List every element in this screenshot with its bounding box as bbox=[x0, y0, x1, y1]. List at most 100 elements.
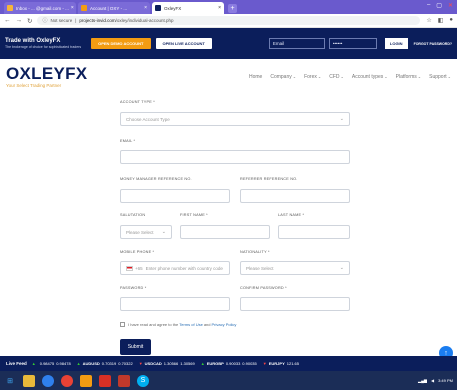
main-nav: Home Company⌄ Forex⌄ CFD⌄ Account types⌄… bbox=[249, 74, 451, 80]
app-icon[interactable] bbox=[80, 374, 92, 387]
skype-icon[interactable]: S bbox=[137, 374, 149, 387]
chevron-down-icon: ⌄ bbox=[161, 229, 166, 235]
start-icon[interactable]: ⊞ bbox=[4, 375, 16, 387]
money-manager-label: MONEY MANAGER REFERENCE NO. bbox=[120, 177, 192, 181]
browser-tab-account[interactable]: Account | OXY - ... × bbox=[78, 2, 150, 14]
price-down-icon: ▼ bbox=[138, 361, 143, 366]
volume-icon[interactable]: ◀ bbox=[431, 378, 434, 383]
mobile-phone-label: MOBILE PHONE * bbox=[120, 250, 155, 254]
address-bar: ← → ↻ ⓘ Not secure | projects-invid.com … bbox=[0, 14, 457, 28]
price-up-icon: ▲ bbox=[76, 361, 81, 366]
oxley-favicon-icon bbox=[155, 5, 161, 11]
ticker-item: ▼ USDCAD 1.30566 1.30569 bbox=[138, 361, 195, 366]
profile-icon[interactable]: ● bbox=[449, 17, 453, 24]
maximize-icon[interactable]: ▢ bbox=[436, 2, 442, 9]
site-top-bar: Trade with OxleyFX The brokerage of choi… bbox=[0, 28, 457, 59]
password-label: PASSWORD * bbox=[120, 286, 147, 290]
minimize-icon[interactable]: – bbox=[427, 2, 430, 9]
price-down-icon: ▼ bbox=[262, 361, 267, 366]
close-window-icon[interactable]: ✕ bbox=[448, 2, 453, 9]
chevron-down-icon: ⌄ bbox=[417, 74, 422, 79]
info-icon: ⓘ bbox=[42, 18, 48, 24]
email-field[interactable] bbox=[120, 150, 350, 164]
forgot-password-link[interactable]: FORGOT PASSWORD? bbox=[414, 42, 452, 46]
nav-company[interactable]: Company⌄ bbox=[270, 74, 296, 80]
money-manager-field[interactable] bbox=[120, 189, 230, 203]
referrer-field[interactable] bbox=[240, 189, 350, 203]
extension-icon[interactable]: ◧ bbox=[438, 17, 444, 24]
salutation-label: SALUTATION bbox=[120, 213, 146, 217]
ticker-item: ▲ EURGBP 0.90033 0.90035 bbox=[200, 361, 257, 366]
photo-icon[interactable] bbox=[118, 374, 130, 387]
browser-tab-bar: Inbox - ... @gmail.com - ... × Account |… bbox=[0, 0, 457, 14]
ticker-item: ▲ 0.98475 0.98478 bbox=[31, 361, 71, 366]
folder-icon[interactable] bbox=[23, 374, 35, 387]
mobile-phone-field[interactable]: +65 Enter phone number with country code bbox=[120, 261, 230, 275]
first-name-label: FIRST NAME * bbox=[180, 213, 208, 217]
terms-checkbox[interactable] bbox=[120, 322, 125, 327]
chrome-icon[interactable] bbox=[61, 374, 73, 387]
chevron-down-icon: ⌄ bbox=[339, 265, 344, 271]
live-feed-label: Live Feed bbox=[0, 361, 32, 366]
email-label: EMAIL * bbox=[120, 139, 136, 143]
nationality-label: NATIONALITY * bbox=[240, 250, 270, 254]
last-name-field[interactable] bbox=[278, 225, 350, 239]
browser-tab-gmail[interactable]: Inbox - ... @gmail.com - ... × bbox=[4, 2, 76, 14]
window-controls: – ▢ ✕ bbox=[427, 2, 453, 9]
nav-support[interactable]: Support⌄ bbox=[429, 74, 451, 80]
nav-home[interactable]: Home bbox=[249, 74, 262, 80]
browser-tab-oxleyfx[interactable]: OxleyFX × bbox=[152, 2, 224, 14]
logo[interactable]: OXLEYFX Your Select Trading Partner bbox=[6, 65, 87, 88]
close-tab-icon[interactable]: × bbox=[69, 5, 74, 11]
back-arrow-icon[interactable]: ← bbox=[4, 17, 11, 24]
network-icon[interactable]: ▂▄▆ bbox=[418, 378, 427, 383]
os-taskbar: ⊞ S ▂▄▆ ◀ 3:49 PM bbox=[0, 371, 457, 390]
chevron-down-icon: ⌄ bbox=[340, 74, 344, 79]
privacy-policy-link[interactable]: Privacy Policy bbox=[212, 322, 237, 327]
login-password-input[interactable]: •••••• bbox=[328, 38, 377, 49]
nav-forex[interactable]: Forex⌄ bbox=[304, 74, 321, 80]
media-icon[interactable] bbox=[99, 374, 111, 387]
browser-icon[interactable] bbox=[42, 374, 54, 387]
url-field[interactable]: ⓘ Not secure | projects-invid.com /oxley… bbox=[37, 16, 421, 25]
reload-icon[interactable]: ↻ bbox=[27, 17, 32, 25]
top-brand: Trade with OxleyFX The brokerage of choi… bbox=[5, 38, 82, 49]
nationality-select[interactable]: Please Select ⌄ bbox=[240, 261, 350, 275]
account-registration-form: ACCOUNT TYPE * Choose Account Type ⌄ EMA… bbox=[0, 95, 457, 360]
close-tab-icon[interactable]: × bbox=[216, 5, 221, 11]
terms-of-use-link[interactable]: Terms of Use bbox=[179, 322, 203, 327]
bookmark-star-icon[interactable]: ☆ bbox=[426, 17, 431, 24]
nav-account-types[interactable]: Account types⌄ bbox=[352, 74, 388, 80]
close-tab-icon[interactable]: × bbox=[142, 5, 147, 11]
login-button[interactable]: LOGIN bbox=[384, 38, 408, 49]
password-field[interactable] bbox=[120, 297, 230, 311]
live-price-ticker: Live Feed ▲ 0.98475 0.98478 ▲ AUDUSD 0.7… bbox=[0, 356, 457, 371]
open-live-account-button[interactable]: OPEN LIVE ACCOUNT bbox=[155, 38, 212, 49]
chevron-down-icon: ⌄ bbox=[339, 116, 344, 122]
system-tray: ▂▄▆ ◀ 3:49 PM bbox=[418, 378, 457, 383]
ticker-item: ▼ EURJPY 121.65 bbox=[262, 361, 299, 366]
submit-button[interactable]: Submit bbox=[120, 339, 151, 355]
chevron-down-icon: ⌄ bbox=[292, 74, 297, 79]
chevron-down-icon: ⌄ bbox=[317, 74, 322, 79]
open-demo-account-button[interactable]: OPEN DEMO ACCOUNT bbox=[91, 38, 151, 49]
account-type-select[interactable]: Choose Account Type ⌄ bbox=[120, 112, 350, 126]
last-name-label: LAST NAME * bbox=[278, 213, 305, 217]
login-email-input[interactable]: Email bbox=[268, 38, 325, 49]
nav-platforms[interactable]: Platforms⌄ bbox=[396, 74, 421, 80]
new-tab-button[interactable]: + bbox=[228, 4, 237, 13]
site-favicon-icon bbox=[81, 5, 87, 11]
site-header: OXLEYFX Your Select Trading Partner Home… bbox=[0, 59, 457, 95]
country-flag-icon[interactable] bbox=[126, 265, 133, 271]
confirm-password-field[interactable] bbox=[240, 297, 350, 311]
clock[interactable]: 3:49 PM bbox=[438, 378, 453, 383]
nav-cfd[interactable]: CFD⌄ bbox=[329, 74, 344, 80]
forward-arrow-icon[interactable]: → bbox=[16, 17, 23, 24]
salutation-select[interactable]: Please Select ⌄ bbox=[120, 225, 172, 239]
chevron-down-icon: ⌄ bbox=[384, 74, 388, 79]
chevron-down-icon: ⌄ bbox=[447, 74, 451, 79]
price-up-icon: ▲ bbox=[31, 361, 36, 366]
referrer-label: REFERRER REFERENCE NO. bbox=[240, 177, 298, 181]
account-type-label: ACCOUNT TYPE * bbox=[120, 100, 155, 104]
first-name-field[interactable] bbox=[180, 225, 270, 239]
